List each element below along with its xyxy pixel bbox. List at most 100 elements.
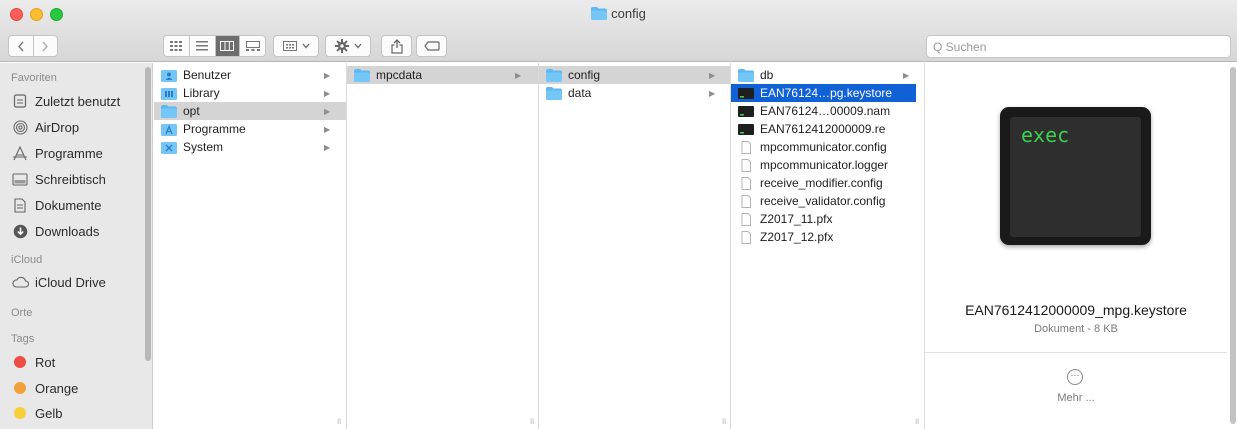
document-icon xyxy=(741,140,751,154)
tag-icon xyxy=(423,41,440,51)
sidebar-item-airdrop[interactable]: AirDrop xyxy=(11,117,79,137)
sidebar-item-downloads[interactable]: Downloads xyxy=(11,221,99,241)
exec-file-icon xyxy=(738,87,754,99)
file-row-re[interactable]: EAN7612412000009.re xyxy=(731,120,916,138)
column-view-button[interactable] xyxy=(215,36,241,56)
file-row-receive-validator[interactable]: receive_validator.config xyxy=(731,192,916,210)
sidebar-item-documents[interactable]: Dokumente xyxy=(11,195,101,215)
sidebar-item-desktop[interactable]: Schreibtisch xyxy=(11,169,106,189)
chevron-left-icon xyxy=(17,41,24,51)
folder-row-benutzer[interactable]: Benutzer ▶ xyxy=(154,66,346,84)
folder-icon xyxy=(546,68,562,82)
folder-name: data xyxy=(568,86,592,100)
disclosure-arrow-icon: ▶ xyxy=(324,106,331,116)
sidebar-item-recents[interactable]: Zuletzt benutzt xyxy=(11,91,120,111)
folder-row-data[interactable]: data ▶ xyxy=(539,84,730,102)
folder-row-system[interactable]: System ▶ xyxy=(154,138,346,156)
column-root: Benutzer ▶ Library ▶ opt ▶ Programme ▶ S… xyxy=(154,63,347,429)
columns-icon xyxy=(220,41,235,51)
sidebar-item-applications[interactable]: Programme xyxy=(11,143,103,163)
list-view-button[interactable] xyxy=(190,36,216,56)
gallery-view-button[interactable] xyxy=(240,36,265,56)
column-mpcdata: config ▶ data ▶ ॥ xyxy=(539,63,731,429)
share-button[interactable] xyxy=(381,35,412,57)
sidebar-tag-orange[interactable]: Orange xyxy=(11,378,78,398)
recents-icon xyxy=(11,93,29,109)
forward-button[interactable] xyxy=(34,36,58,56)
sidebar-item-label: Downloads xyxy=(35,223,100,239)
file-row-z2017-11[interactable]: Z2017_11.pfx xyxy=(731,210,916,228)
file-name: receive_validator.config xyxy=(760,194,886,208)
chevron-right-icon xyxy=(42,41,49,51)
file-row-keystore[interactable]: EAN76124…pg.keystore xyxy=(731,84,916,102)
file-row-nam[interactable]: EAN76124…00009.nam xyxy=(731,102,916,120)
share-icon xyxy=(390,38,403,54)
sidebar-scrollbar[interactable] xyxy=(145,67,151,361)
file-name: Z2017_12.pfx xyxy=(760,230,834,244)
sidebar-item-label: Schreibtisch xyxy=(35,171,106,187)
tag-color-dot xyxy=(14,407,26,419)
disclosure-arrow-icon: ▶ xyxy=(709,88,716,98)
folder-row-opt[interactable]: opt ▶ xyxy=(154,102,346,120)
window-title-text: config xyxy=(611,6,646,21)
folder-name: db xyxy=(760,68,774,82)
more-ellipsis-icon[interactable]: ··· xyxy=(1067,369,1083,385)
preview-file-kind: Dokument - 8 KB xyxy=(1034,323,1118,335)
folder-name: config xyxy=(568,68,601,82)
icon-view-button[interactable] xyxy=(164,36,190,56)
edit-tags-button[interactable] xyxy=(416,35,447,57)
tag-color-dot xyxy=(14,356,26,368)
downloads-icon xyxy=(11,223,29,239)
folder-row-config[interactable]: config ▶ xyxy=(539,66,730,84)
column-resize-handle[interactable]: ॥ xyxy=(721,414,726,427)
action-menu-button[interactable] xyxy=(325,35,371,57)
navigation-buttons xyxy=(8,35,58,57)
applications-icon xyxy=(11,145,29,161)
folder-row-library[interactable]: Library ▶ xyxy=(154,84,346,102)
file-name: EAN76124…pg.keystore xyxy=(760,86,893,100)
document-icon xyxy=(741,230,751,244)
file-row-z2017-12[interactable]: Z2017_12.pfx xyxy=(731,228,916,246)
back-button[interactable] xyxy=(9,36,34,56)
folder-name: mpcdata xyxy=(376,68,423,82)
file-name: Z2017_11.pfx xyxy=(760,212,833,226)
sidebar-item-label: Dokumente xyxy=(35,197,102,213)
sidebar-item-label: iCloud Drive xyxy=(35,274,106,290)
library-folder-icon xyxy=(161,87,177,100)
disclosure-arrow-icon: ▶ xyxy=(324,88,331,98)
preview-scrollbar[interactable] xyxy=(1230,67,1236,424)
folder-name: System xyxy=(183,140,224,154)
folder-row-programme[interactable]: Programme ▶ xyxy=(154,120,346,138)
column-resize-handle[interactable]: ॥ xyxy=(336,414,341,427)
applications-folder-icon xyxy=(161,123,177,136)
folder-row-db[interactable]: db ▶ xyxy=(731,66,916,84)
tag-color-dot xyxy=(14,382,26,394)
sidebar-tag-yellow[interactable]: Gelb xyxy=(11,403,62,423)
chevron-down-icon xyxy=(354,43,361,49)
more-button[interactable]: Mehr ... xyxy=(925,392,1227,404)
sidebar: Favoriten Zuletzt benutzt AirDrop Progra… xyxy=(0,63,153,429)
group-by-dropdown[interactable] xyxy=(273,35,319,57)
folder-row-mpcdata[interactable]: mpcdata ▶ xyxy=(347,66,538,84)
folder-icon xyxy=(161,104,177,118)
column-resize-handle[interactable]: ॥ xyxy=(529,414,534,427)
sidebar-header-icloud: iCloud xyxy=(11,254,43,266)
document-icon xyxy=(741,212,751,226)
file-row-mpcommunicator-logger[interactable]: mpcommunicator.logger xyxy=(731,156,916,174)
exec-file-icon xyxy=(738,123,754,135)
file-name: receive_modifier.config xyxy=(760,176,883,190)
folder-name: Library xyxy=(183,86,220,100)
disclosure-arrow-icon: ▶ xyxy=(324,70,331,80)
search-field[interactable]: Q Suchen xyxy=(926,35,1231,58)
sidebar-item-label: Orange xyxy=(35,380,79,396)
sidebar-tag-red[interactable]: Rot xyxy=(11,352,55,372)
file-row-mpcommunicator-config[interactable]: mpcommunicator.config xyxy=(731,138,916,156)
documents-icon xyxy=(11,197,29,213)
sidebar-item-icloud-drive[interactable]: iCloud Drive xyxy=(11,272,106,292)
preview-pane: exec EAN7612412000009_mpg.keystore Dokum… xyxy=(925,63,1237,429)
file-row-receive-modifier[interactable]: receive_modifier.config xyxy=(731,174,916,192)
airdrop-icon xyxy=(11,119,29,135)
folder-name: opt xyxy=(183,104,200,118)
column-resize-handle[interactable]: ॥ xyxy=(914,414,919,427)
exec-file-icon xyxy=(738,105,754,117)
